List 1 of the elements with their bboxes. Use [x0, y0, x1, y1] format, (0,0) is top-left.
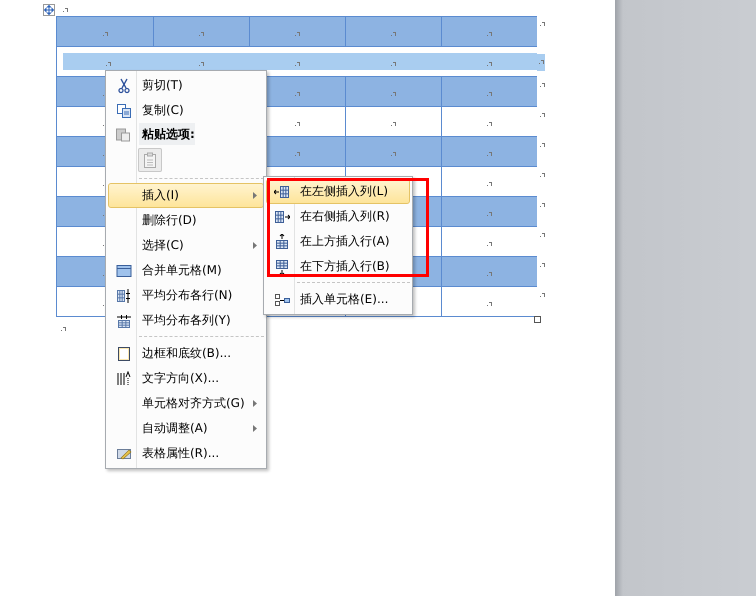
menu-section-header: 粘贴选项:	[139, 123, 195, 145]
